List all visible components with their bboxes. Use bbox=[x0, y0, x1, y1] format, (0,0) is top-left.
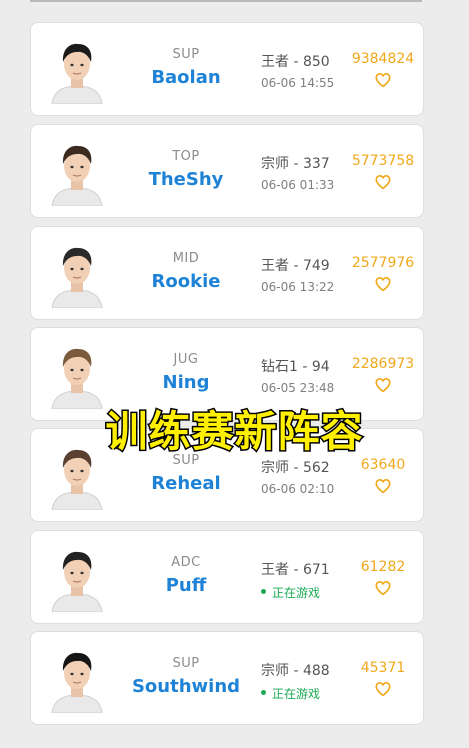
player-role: ADC bbox=[171, 555, 201, 570]
player-name[interactable]: Southwind bbox=[121, 676, 251, 697]
portrait-image bbox=[42, 238, 112, 308]
player-status: 06-06 13:22 bbox=[261, 280, 371, 294]
player-card[interactable]: SUP Southwind 宗师 - 488 正在游戏 45371 bbox=[30, 631, 424, 725]
top-divider bbox=[30, 0, 422, 2]
player-card[interactable]: TOP TheShy 宗师 - 337 06-06 01:33 5773758 bbox=[30, 124, 424, 218]
player-avatar bbox=[42, 643, 112, 713]
player-status-text: 正在游戏 bbox=[272, 687, 321, 701]
player-name[interactable]: TheShy bbox=[121, 169, 251, 190]
portrait-image bbox=[42, 34, 112, 104]
portrait-image bbox=[42, 643, 112, 713]
follower-count: 2286973 bbox=[351, 356, 415, 372]
player-status: 06-06 02:10 bbox=[261, 482, 371, 496]
player-status: 正在游戏 bbox=[261, 584, 371, 601]
player-status-text: 正在游戏 bbox=[272, 586, 321, 600]
player-status: 正在游戏 bbox=[261, 685, 371, 702]
player-avatar bbox=[42, 542, 112, 612]
player-card[interactable]: ADC Puff 王者 - 671 正在游戏 61282 bbox=[30, 530, 424, 624]
player-avatar bbox=[42, 238, 112, 308]
live-dot-icon bbox=[261, 589, 266, 594]
player-name[interactable]: Reheal bbox=[121, 473, 251, 494]
player-status-text: 06-06 13:22 bbox=[261, 280, 335, 294]
follower-count: 5773758 bbox=[351, 153, 415, 169]
player-role: JUG bbox=[173, 352, 199, 367]
player-status-text: 06-06 01:33 bbox=[261, 178, 335, 192]
heart-icon[interactable] bbox=[374, 579, 392, 597]
follower-count: 45371 bbox=[360, 660, 406, 676]
heart-icon[interactable] bbox=[374, 173, 392, 191]
heart-icon[interactable] bbox=[374, 71, 392, 89]
portrait-image bbox=[42, 542, 112, 612]
player-status-text: 06-06 02:10 bbox=[261, 482, 335, 496]
player-name[interactable]: Baolan bbox=[121, 67, 251, 88]
player-status-text: 06-06 14:55 bbox=[261, 76, 335, 90]
player-card[interactable]: MID Rookie 王者 - 749 06-06 13:22 2577976 bbox=[30, 226, 424, 320]
heart-icon[interactable] bbox=[374, 376, 392, 394]
live-dot-icon bbox=[261, 690, 266, 695]
player-avatar bbox=[42, 136, 112, 206]
player-role: MID bbox=[172, 251, 200, 266]
follower-count: 63640 bbox=[360, 457, 406, 473]
portrait-image bbox=[42, 136, 112, 206]
follower-count: 9384824 bbox=[351, 51, 415, 67]
player-name[interactable]: Ning bbox=[121, 372, 251, 393]
heart-icon[interactable] bbox=[374, 477, 392, 495]
player-status-text: 06-05 23:48 bbox=[261, 381, 335, 395]
heart-icon[interactable] bbox=[374, 275, 392, 293]
player-role: SUP bbox=[172, 47, 200, 62]
overlay-caption: 训练赛新阵容 bbox=[104, 406, 364, 458]
player-status: 06-05 23:48 bbox=[261, 381, 371, 395]
player-name[interactable]: Rookie bbox=[121, 271, 251, 292]
player-card[interactable]: SUP Baolan 王者 - 850 06-06 14:55 9384824 bbox=[30, 22, 424, 116]
heart-icon[interactable] bbox=[374, 680, 392, 698]
player-role: TOP bbox=[172, 149, 200, 164]
follower-count: 2577976 bbox=[351, 255, 415, 271]
player-status: 06-06 01:33 bbox=[261, 178, 371, 192]
follower-count: 61282 bbox=[360, 559, 406, 575]
player-avatar bbox=[42, 34, 112, 104]
player-status: 06-06 14:55 bbox=[261, 76, 371, 90]
player-role: SUP bbox=[172, 656, 200, 671]
player-name[interactable]: Puff bbox=[121, 575, 251, 596]
